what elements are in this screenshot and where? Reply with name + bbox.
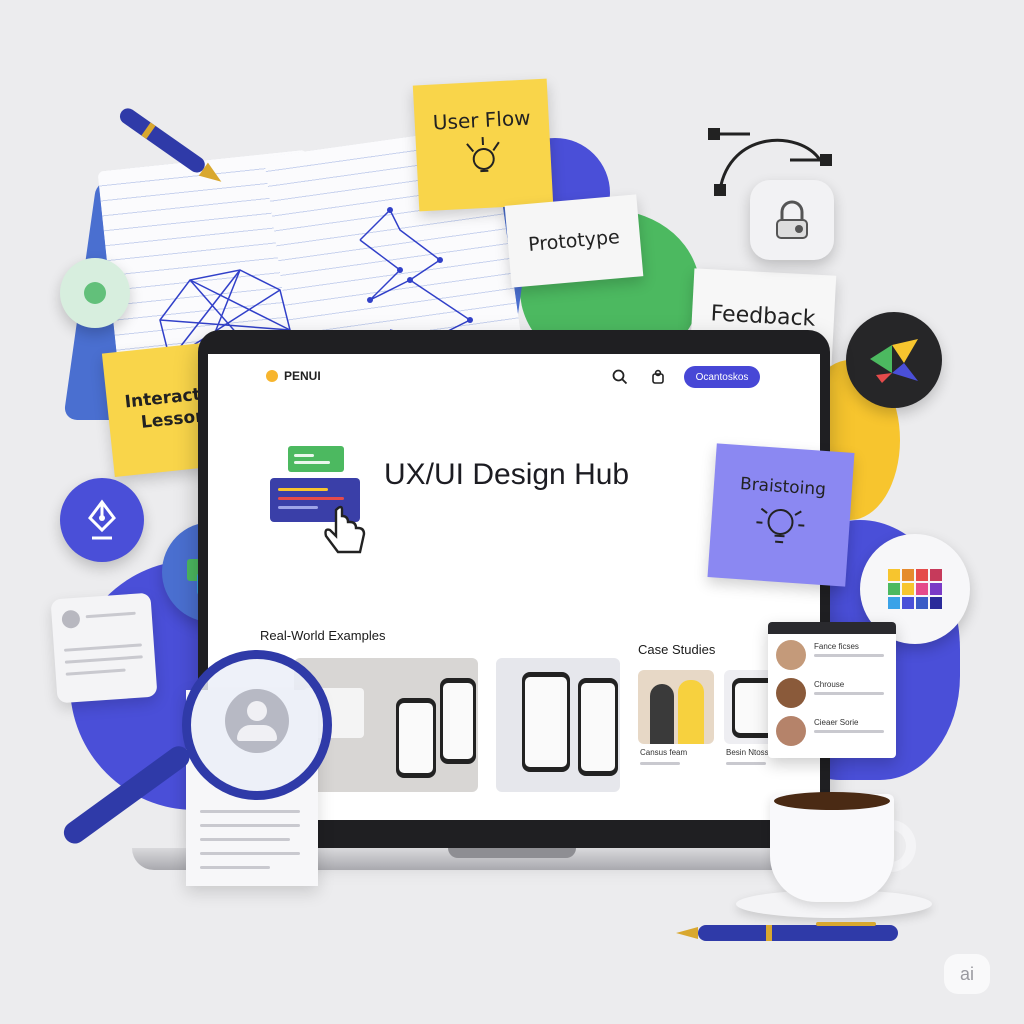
profile-name-2: Chrouse xyxy=(814,680,845,689)
pen-icon xyxy=(119,108,222,182)
user-icon xyxy=(61,609,81,629)
magnifier-handle xyxy=(59,741,194,848)
search-icon[interactable] xyxy=(612,369,628,385)
avatar xyxy=(776,678,806,708)
case-label-2: Besin Ntoss xyxy=(726,748,769,757)
avatar xyxy=(776,716,806,746)
watermark-badge: ai xyxy=(944,954,990,994)
note-brainstorming: Braistoing xyxy=(707,443,855,587)
pointer-hand-icon xyxy=(324,505,366,554)
cta-button[interactable]: Ocantoskos xyxy=(684,366,760,388)
lightbulb-icon xyxy=(466,136,500,173)
coffee-surface xyxy=(774,792,890,810)
pen-icon xyxy=(676,922,898,941)
cup-body xyxy=(770,794,894,902)
hero-green-card xyxy=(288,446,344,472)
donut-decor-icon xyxy=(60,258,130,328)
note-user-flow-text: User Flow xyxy=(432,105,532,135)
hero-title: UX/UI Design Hub xyxy=(384,458,630,491)
notification-icon[interactable] xyxy=(650,369,666,385)
hero-illustration xyxy=(270,446,370,556)
figma-like-logo-icon xyxy=(846,312,942,408)
note-prototype: Prototype xyxy=(504,194,644,288)
example-thumb-2[interactable] xyxy=(496,658,620,792)
lock-icon xyxy=(750,180,834,260)
note-feedback-text: Feedback xyxy=(710,300,817,332)
profile-list-window: Fance ficses Chrouse Cieaer Sorie xyxy=(768,622,896,758)
magnifier-lens xyxy=(182,650,332,800)
profile-name-1: Fance ficses xyxy=(814,642,859,651)
avatar xyxy=(776,640,806,670)
brand-logo-icon[interactable] xyxy=(266,370,278,382)
site-header: PENUI Ocantoskos xyxy=(208,354,820,400)
magnifier-icon xyxy=(59,650,346,890)
user-icon xyxy=(225,689,289,753)
profile-name-3: Cieaer Sorie xyxy=(814,718,859,727)
real-world-title: Real-World Examples xyxy=(260,628,386,643)
pen-tool-icon xyxy=(60,478,144,562)
brand-name[interactable]: PENUI xyxy=(284,369,321,383)
case-label-1: Cansus feam xyxy=(640,748,688,757)
case-thumb-1[interactable] xyxy=(638,670,714,744)
lightbulb-icon xyxy=(756,507,805,544)
case-studies-title: Case Studies xyxy=(638,642,716,657)
note-user-flow: User Flow xyxy=(412,78,554,212)
window-titlebar xyxy=(768,622,896,634)
coffee-cup-icon xyxy=(736,786,936,926)
laptop-notch xyxy=(448,848,576,858)
note-prototype-text: Prototype xyxy=(527,225,621,256)
watermark-text: ai xyxy=(959,963,974,984)
